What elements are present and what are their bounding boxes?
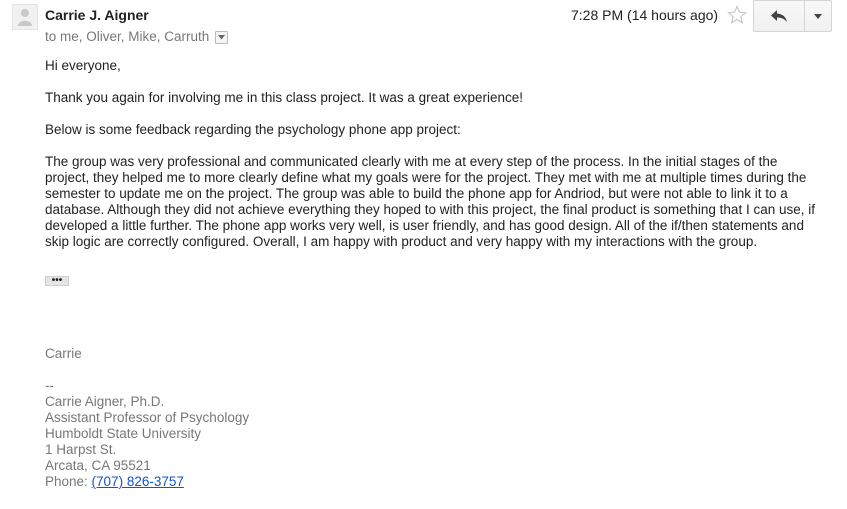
message-line-intro: Below is some feedback regarding the psy… — [45, 122, 461, 137]
signature-phone-label: Phone: — [45, 474, 92, 489]
recipients-text: to me, Oliver, Mike, Carruth — [45, 29, 210, 44]
message-feedback-paragraph: The group was very professional and comm… — [45, 154, 815, 249]
signature-street: 1 Harpst St. — [45, 442, 117, 457]
signature-full-name: Carrie Aigner, Ph.D. — [45, 394, 165, 409]
reply-button-group — [753, 0, 832, 32]
show-trimmed-content-button[interactable]: ••• — [45, 276, 69, 286]
reply-button[interactable] — [753, 0, 805, 32]
recipients-line: to me, Oliver, Mike, Carruth — [45, 29, 229, 44]
sender-avatar[interactable] — [12, 4, 38, 30]
signature-block: -- Carrie Aigner, Ph.D. Assistant Profes… — [45, 378, 249, 490]
signature-separator: -- — [45, 378, 54, 393]
signature-title: Assistant Professor of Psychology — [45, 410, 250, 425]
star-icon — [726, 5, 748, 24]
chevron-down-icon — [218, 34, 226, 39]
signature-city: Arcata, CA 95521 — [45, 458, 151, 473]
phone-link[interactable]: (707) 826-3757 — [92, 474, 184, 489]
reply-icon — [771, 10, 787, 22]
message-greeting: Hi everyone, — [45, 58, 121, 73]
message-line-thanks: Thank you again for involving me in this… — [45, 90, 523, 105]
signature-university: Humboldt State University — [45, 426, 202, 441]
chevron-down-icon — [814, 13, 822, 19]
signature-first-name: Carrie — [45, 346, 82, 361]
email-message: Carrie J. Aigner to me, Oliver, Mike, Ca… — [0, 0, 847, 509]
signature-phone-line: Phone: (707) 826-3757 — [45, 474, 249, 490]
recipients-details-toggle[interactable] — [215, 30, 229, 44]
star-button[interactable] — [726, 5, 748, 25]
person-icon — [18, 9, 32, 26]
sender-name[interactable]: Carrie J. Aigner — [45, 7, 149, 23]
more-actions-button[interactable] — [805, 0, 832, 32]
message-timestamp: 7:28 PM (14 hours ago) — [571, 7, 719, 23]
